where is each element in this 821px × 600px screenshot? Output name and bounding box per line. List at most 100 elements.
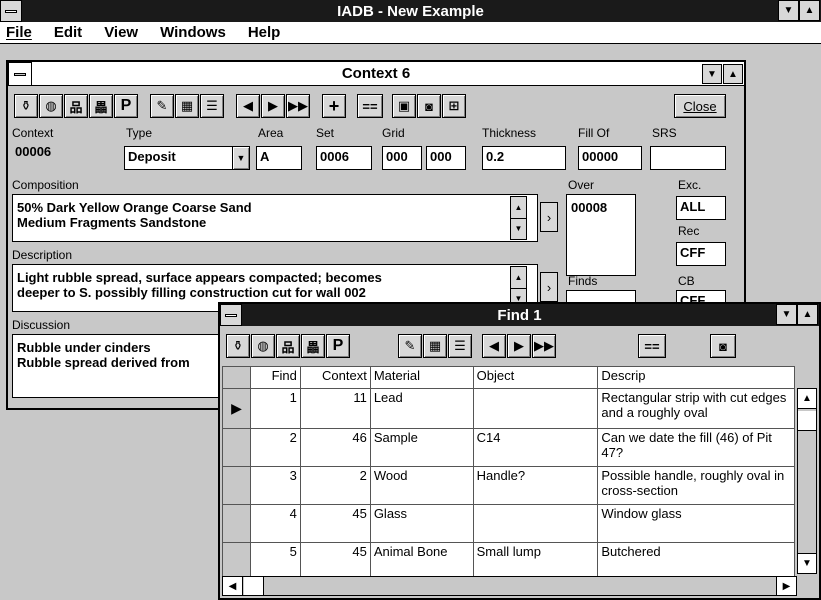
column-header-material[interactable]: Material: [369, 366, 474, 389]
exc-field[interactable]: ALL: [676, 196, 726, 220]
context-maximize-button[interactable]: ▲: [723, 64, 743, 84]
cell-object[interactable]: [472, 504, 599, 543]
cell-material[interactable]: Glass: [369, 504, 474, 543]
table-icon[interactable]: ▦: [175, 94, 199, 118]
pencil-icon[interactable]: ✎: [150, 94, 174, 118]
cell-context[interactable]: 2: [299, 466, 371, 505]
column-header-descrip[interactable]: Descrip: [597, 366, 795, 389]
row-selector[interactable]: [222, 428, 251, 467]
table-row[interactable]: ▶ 1 11 Lead Rectangular strip with cut e…: [222, 388, 795, 429]
over-field[interactable]: 00008: [566, 194, 636, 276]
app-minimize-button[interactable]: ▼: [778, 0, 799, 21]
menu-windows[interactable]: Windows: [160, 24, 226, 41]
find-system-menu-button[interactable]: [220, 304, 242, 326]
camera-icon[interactable]: ◙: [417, 94, 441, 118]
scroll-thumb[interactable]: [798, 411, 816, 431]
table-row[interactable]: 5 45 Animal Bone Small lump Butchered: [222, 542, 795, 581]
cell-context[interactable]: 11: [299, 388, 371, 429]
cell-find[interactable]: 1: [249, 388, 301, 429]
cell-find[interactable]: 4: [249, 504, 301, 543]
composition-go-button[interactable]: ›: [540, 202, 558, 232]
table-row[interactable]: 3 2 Wood Handle? Possible handle, roughl…: [222, 466, 795, 505]
area-field[interactable]: A: [256, 146, 302, 170]
column-header-context[interactable]: Context: [299, 366, 371, 389]
row-selector[interactable]: [222, 466, 251, 505]
thickness-field[interactable]: 0.2: [482, 146, 566, 170]
grid-x-field[interactable]: 000: [382, 146, 422, 170]
cell-context[interactable]: 46: [299, 428, 371, 467]
section-icon[interactable]: ⊞: [442, 94, 466, 118]
cell-object[interactable]: C14: [472, 428, 599, 467]
table-icon[interactable]: ▦: [423, 334, 447, 358]
cell-object[interactable]: [472, 388, 599, 429]
equals-button[interactable]: ==: [638, 334, 666, 358]
scroll-left-button[interactable]: ◀: [223, 577, 243, 595]
table-row[interactable]: 2 46 Sample C14 Can we date the fill (46…: [222, 428, 795, 467]
find-minimize-button[interactable]: ▼: [776, 304, 797, 325]
horizontal-scrollbar[interactable]: ◀ ▶: [222, 576, 797, 596]
cell-context[interactable]: 45: [299, 542, 371, 581]
next-record-icon[interactable]: ▶: [507, 334, 531, 358]
cell-descrip[interactable]: Window glass: [597, 504, 795, 543]
matrix-icon[interactable]: 畾: [301, 334, 325, 358]
last-record-icon[interactable]: ▶▶: [532, 334, 556, 358]
cell-descrip[interactable]: Rectangular strip with cut edges and a r…: [597, 388, 795, 429]
cell-material[interactable]: Animal Bone: [369, 542, 474, 581]
description-go-button[interactable]: ›: [540, 272, 558, 302]
print-button[interactable]: P: [326, 334, 350, 358]
cell-material[interactable]: Sample: [369, 428, 474, 467]
table-row[interactable]: 4 45 Glass Window glass: [222, 504, 795, 543]
grid-y-field[interactable]: 000: [426, 146, 466, 170]
composition-scroll[interactable]: ▲ ▼: [510, 196, 527, 240]
print-button[interactable]: P: [114, 94, 138, 118]
column-header-find[interactable]: Find: [249, 366, 301, 389]
cell-find[interactable]: 3: [249, 466, 301, 505]
image-icon[interactable]: ▣: [392, 94, 416, 118]
scroll-right-button[interactable]: ▶: [776, 577, 796, 595]
cell-material[interactable]: Lead: [369, 388, 474, 429]
fill-of-field[interactable]: 00000: [578, 146, 642, 170]
cell-object[interactable]: Handle?: [472, 466, 599, 505]
form-icon[interactable]: ☰: [448, 334, 472, 358]
equals-button[interactable]: ==: [357, 94, 383, 118]
find-maximize-button[interactable]: ▲: [797, 304, 818, 325]
srs-field[interactable]: [650, 146, 726, 170]
row-selector[interactable]: [222, 542, 251, 581]
camera-icon[interactable]: ◙: [710, 334, 736, 358]
app-system-menu-button[interactable]: [0, 0, 22, 22]
prev-record-icon[interactable]: ◀: [236, 94, 260, 118]
matrix-icon[interactable]: 畾: [89, 94, 113, 118]
composition-field[interactable]: 50% Dark Yellow Orange Coarse Sand Mediu…: [12, 194, 538, 242]
add-record-button[interactable]: +: [322, 94, 346, 118]
cell-find[interactable]: 5: [249, 542, 301, 581]
vertical-scrollbar[interactable]: ▲ ▼: [797, 388, 817, 574]
last-record-icon[interactable]: ▶▶: [286, 94, 310, 118]
form-icon[interactable]: ☰: [200, 94, 224, 118]
menu-edit[interactable]: Edit: [54, 24, 82, 41]
close-button[interactable]: Close: [674, 94, 726, 118]
cell-descrip[interactable]: Can we date the fill (46) of Pit 47?: [597, 428, 795, 467]
pencil-icon[interactable]: ✎: [398, 334, 422, 358]
prev-record-icon[interactable]: ◀: [482, 334, 506, 358]
app-maximize-button[interactable]: ▲: [799, 0, 820, 21]
cell-object[interactable]: Small lump: [472, 542, 599, 581]
palette-icon[interactable]: ◍: [251, 334, 275, 358]
row-selector[interactable]: [222, 504, 251, 543]
current-row-indicator[interactable]: ▶: [222, 388, 251, 429]
h-scroll-thumb[interactable]: [244, 577, 264, 595]
column-header-object[interactable]: Object: [472, 366, 599, 389]
hierarchy-icon[interactable]: 品: [64, 94, 88, 118]
hierarchy-icon[interactable]: 品: [276, 334, 300, 358]
set-field[interactable]: 0006: [316, 146, 372, 170]
scroll-down-button[interactable]: ▼: [798, 553, 816, 573]
context-system-menu-button[interactable]: [8, 62, 32, 86]
pot-icon[interactable]: ⚱: [226, 334, 250, 358]
type-select[interactable]: Deposit: [124, 146, 234, 170]
menu-file[interactable]: File: [6, 24, 32, 41]
rec-field[interactable]: CFF: [676, 242, 726, 266]
type-dropdown-icon[interactable]: ▼: [232, 146, 250, 170]
palette-icon[interactable]: ◍: [39, 94, 63, 118]
pot-icon[interactable]: ⚱: [14, 94, 38, 118]
menu-view[interactable]: View: [104, 24, 138, 41]
cell-descrip[interactable]: Butchered: [597, 542, 795, 581]
